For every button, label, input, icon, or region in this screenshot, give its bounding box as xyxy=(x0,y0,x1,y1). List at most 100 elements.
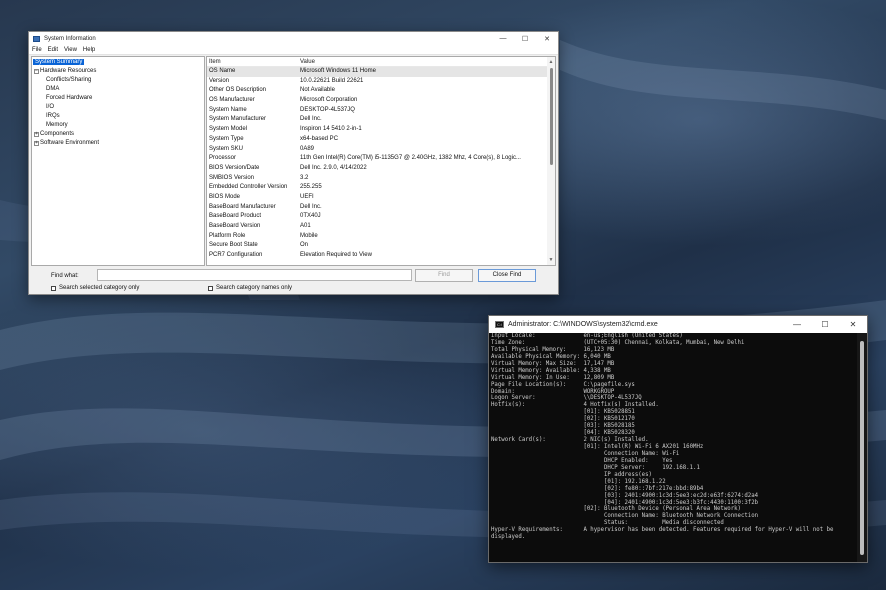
row-value: Dell Inc. 2.9.0, 4/14/2022 xyxy=(300,164,367,171)
search-category-names-option[interactable]: Search category names only xyxy=(208,285,292,291)
scrollbar-thumb[interactable] xyxy=(860,341,864,555)
console-output[interactable]: Input Locale: en-us;English (United Stat… xyxy=(491,333,857,562)
search-selected-category-checkbox[interactable] xyxy=(51,285,56,291)
table-row[interactable]: SMBIOS Version 3.2 xyxy=(207,174,555,184)
console-line: Total Physical Memory: 16,123 MB xyxy=(491,346,615,353)
table-row[interactable]: BaseBoard Manufacturer Dell Inc. xyxy=(207,203,555,213)
menu-file[interactable]: File xyxy=(32,47,42,53)
console-line: Network Card(s): 2 NIC(s) Installed. xyxy=(491,437,649,444)
table-row[interactable]: BIOS Mode UEFI xyxy=(207,193,555,203)
console-line: displayed. xyxy=(491,534,526,541)
table-row[interactable]: System SKU 0A89 xyxy=(207,145,555,155)
scroll-up-icon[interactable]: ▲ xyxy=(548,59,554,65)
tree-item[interactable]: Conflicts/Sharing xyxy=(32,76,204,85)
row-item: PCR7 Configuration xyxy=(209,252,263,259)
row-value: x64-based PC xyxy=(300,135,339,142)
scrollbar-thumb[interactable] xyxy=(550,68,553,165)
console-line: Status: Media disconnected xyxy=(491,520,724,527)
close-button[interactable]: ✕ xyxy=(536,32,558,45)
console-line: Virtual Memory: Available: 4,338 MB xyxy=(491,367,611,374)
row-value: Dell Inc. xyxy=(300,116,322,123)
search-category-names-label: Search category names only xyxy=(216,285,293,291)
table-row[interactable]: Secure Boot State On xyxy=(207,241,555,251)
table-row[interactable]: System Name DESKTOP-4L537JQ xyxy=(207,106,555,116)
console-line: [04]: KB5028320 xyxy=(491,430,635,437)
category-tree[interactable]: System Summary − Hardware Resources Conflic… xyxy=(31,56,205,266)
row-value: On xyxy=(300,242,309,249)
title-bar[interactable]: C:\ Administrator: C:\WINDOWS\system32\c… xyxy=(489,316,867,333)
tree-item[interactable]: − Hardware Resources xyxy=(32,67,204,76)
row-value: Not Available xyxy=(300,87,335,94)
column-header-item[interactable]: Item xyxy=(207,57,298,66)
table-row[interactable]: Embedded Controller Version 255.255 xyxy=(207,183,555,193)
table-row[interactable]: System Manufacturer Dell Inc. xyxy=(207,115,555,125)
console-line: Hyper-V Requirements: A hypervisor has b… xyxy=(491,527,834,534)
minimize-button[interactable]: — xyxy=(783,316,811,333)
table-row[interactable]: OS Manufacturer Microsoft Corporation xyxy=(207,96,555,106)
maximize-icon: ☐ xyxy=(821,320,829,329)
table-row[interactable]: Version 10.0.22621 Build 22621 xyxy=(207,77,555,87)
tree-item[interactable]: DMA xyxy=(32,85,204,94)
tree-item-label: I/O xyxy=(46,104,55,110)
expand-icon[interactable]: + xyxy=(34,141,39,146)
tree-item-label: Components xyxy=(40,131,75,137)
row-item: BIOS Mode xyxy=(209,193,241,200)
row-value: 11th Gen Intel(R) Core(TM) i5-1135G7 @ 2… xyxy=(300,155,521,162)
close-icon: ✕ xyxy=(849,320,857,329)
tree-item-label: Memory xyxy=(46,122,68,128)
collapse-icon[interactable]: − xyxy=(34,69,39,74)
find-button[interactable]: Find xyxy=(415,269,473,282)
table-row[interactable]: System Type x64-based PC xyxy=(207,135,555,145)
tree-item[interactable]: Forced Hardware xyxy=(32,94,204,103)
title-bar[interactable]: System Information — ☐ ✕ xyxy=(29,32,558,45)
cmd-app-icon: C:\ xyxy=(495,321,504,328)
table-row[interactable]: BaseBoard Version A01 xyxy=(207,222,555,232)
row-value: DESKTOP-4L537JQ xyxy=(300,106,355,113)
console-line: [02]: fe80::7bf:217e:bbd:89b4 xyxy=(491,485,704,492)
table-row[interactable]: Processor 11th Gen Intel(R) Core(TM) i5-1… xyxy=(207,154,555,164)
row-item: BaseBoard Manufacturer xyxy=(209,203,276,210)
close-find-button[interactable]: Close Find xyxy=(478,269,536,282)
tree-item[interactable]: System Summary xyxy=(32,58,204,67)
tree-item[interactable]: + Software Environment xyxy=(32,139,204,148)
expand-icon[interactable]: + xyxy=(34,132,39,137)
table-row[interactable]: System Model Inspiron 14 5410 2-in-1 xyxy=(207,125,555,135)
maximize-button[interactable]: ☐ xyxy=(514,32,536,45)
minimize-button[interactable]: — xyxy=(492,32,514,45)
table-row[interactable]: Other OS Description Not Available xyxy=(207,86,555,96)
scroll-down-icon[interactable]: ▼ xyxy=(548,257,554,263)
tree-item[interactable]: IRQs xyxy=(32,112,204,121)
row-item: OS Name xyxy=(209,68,236,74)
tree-item[interactable]: I/O xyxy=(32,103,204,112)
list-header: Item Value xyxy=(207,57,555,67)
console-line: [01]: Intel(R) Wi-Fi 6 AX201 160MHz xyxy=(491,444,704,450)
find-what-input[interactable] xyxy=(97,269,412,281)
table-row[interactable]: PCR7 Configuration Elevation Required to … xyxy=(207,251,555,261)
minimize-icon: — xyxy=(499,35,507,42)
menu-help[interactable]: Help xyxy=(83,47,95,53)
vertical-scrollbar[interactable]: ▲ ▼ xyxy=(547,57,555,265)
console-line: Input Locale: en-us;English (United Stat… xyxy=(491,333,683,339)
search-category-names-checkbox[interactable] xyxy=(208,285,213,291)
table-row[interactable]: OS Name Microsoft Windows 11 Home xyxy=(207,67,555,77)
search-selected-category-option[interactable]: Search selected category only xyxy=(51,285,139,291)
details-list[interactable]: Item Value OS Name Microsoft Windows 11 H… xyxy=(206,56,556,266)
menu-edit[interactable]: Edit xyxy=(48,47,58,53)
menu-view[interactable]: View xyxy=(64,47,77,53)
row-value: 0TX40J xyxy=(300,213,321,220)
row-value: Dell Inc. xyxy=(300,203,322,210)
table-row[interactable]: BIOS Version/Date Dell Inc. 2.9.0, 4/14/2… xyxy=(207,164,555,174)
tree-item[interactable]: Memory xyxy=(32,121,204,130)
menu-bar: File Edit View Help xyxy=(29,45,558,55)
tree-item[interactable]: + Components xyxy=(32,130,204,139)
table-row[interactable]: BaseBoard Product 0TX40J xyxy=(207,212,555,222)
maximize-button[interactable]: ☐ xyxy=(811,316,839,333)
row-value: Microsoft Windows 11 Home xyxy=(300,68,376,74)
vertical-scrollbar[interactable] xyxy=(857,333,867,562)
console-line: Virtual Memory: In Use: 12,809 MB xyxy=(491,374,615,381)
close-button[interactable]: ✕ xyxy=(839,316,867,333)
table-row[interactable]: Platform Role Mobile xyxy=(207,232,555,242)
tree-item-label: System Summary xyxy=(33,59,85,65)
column-header-value[interactable]: Value xyxy=(298,57,555,66)
console-line: Virtual Memory: Max Size: 17,147 MB xyxy=(491,360,615,367)
